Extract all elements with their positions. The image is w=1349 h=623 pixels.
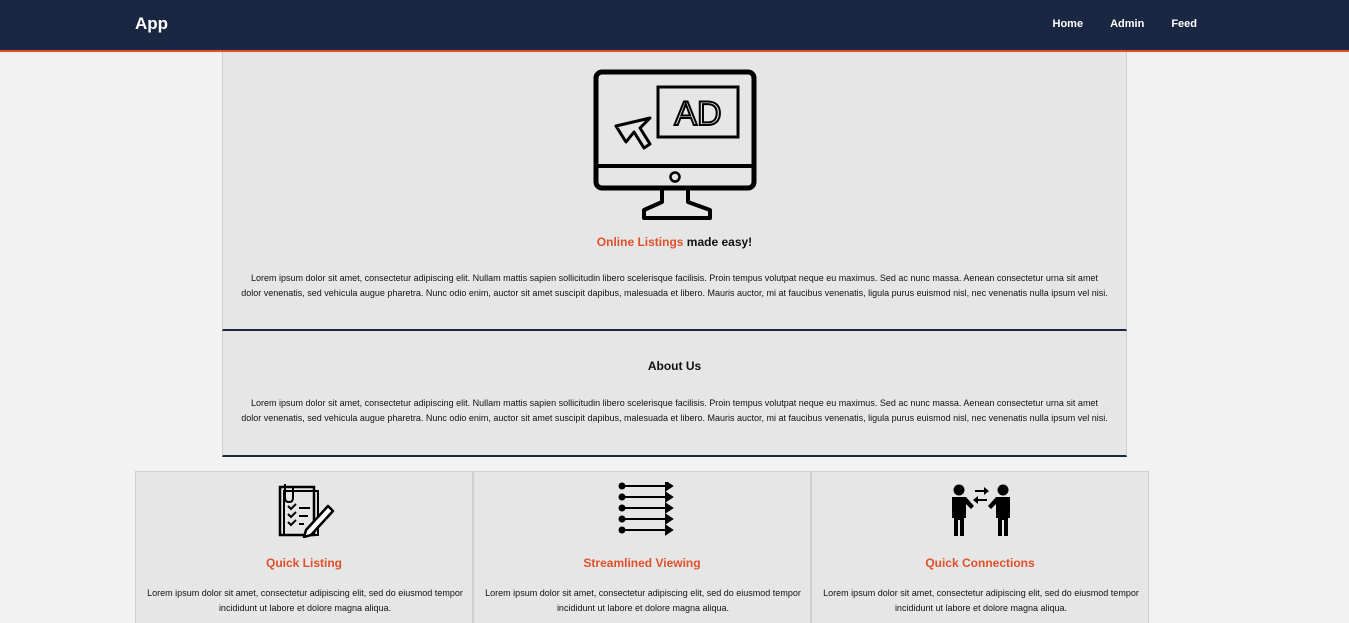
feature-card-quick-listing: Quick Listing Lorem ipsum dolor sit amet…	[135, 471, 473, 623]
nav-link-admin[interactable]: Admin	[1110, 18, 1144, 30]
feature-text: Lorem ipsum dolor sit amet, consectetur …	[147, 588, 463, 613]
hero-title-highlight: Online Listings	[596, 235, 684, 249]
feature-title: Quick Connections	[925, 556, 1035, 570]
about-paragraph: Lorem ipsum dolor sit amet, consectetur …	[241, 398, 1108, 423]
feature-card-quick-connections: Quick Connections Lorem ipsum dolor sit …	[811, 471, 1149, 623]
nav-link-home[interactable]: Home	[1053, 18, 1084, 30]
nav-links: Home Admin Feed	[1026, 18, 1197, 30]
computer-monitor-ad-icon: AD	[593, 69, 757, 220]
brand-logo[interactable]: App	[135, 14, 168, 34]
people-exchange-icon	[952, 484, 1010, 536]
hero-paragraph: Lorem ipsum dolor sit amet, consectetur …	[241, 273, 1108, 298]
feature-text: Lorem ipsum dolor sit amet, consectetur …	[485, 588, 801, 613]
arrows-list-icon	[618, 482, 674, 536]
feature-text: Lorem ipsum dolor sit amet, consectetur …	[823, 588, 1139, 613]
hero-title: Online Listings made easy!	[223, 235, 1126, 249]
about-title: About Us	[647, 359, 702, 373]
monitor-ad-text: AD	[674, 95, 721, 133]
hero-title-rest: made easy!	[683, 235, 753, 249]
features-row: Quick Listing Lorem ipsum dolor sit amet…	[135, 471, 1152, 623]
nav-link-feed[interactable]: Feed	[1171, 18, 1197, 30]
feature-title: Quick Listing	[265, 556, 342, 570]
top-navbar: App Home Admin Feed	[0, 0, 1349, 52]
clipboard-checklist-icon	[278, 484, 335, 538]
about-section: About Us Lorem ipsum dolor sit amet, con…	[222, 331, 1127, 457]
hero-section: AD Online Listings made easy! Lorem ipsu…	[222, 52, 1127, 331]
feature-title: Streamlined Viewing	[583, 556, 701, 570]
feature-card-streamlined-viewing: Streamlined Viewing Lorem ipsum dolor si…	[473, 471, 811, 623]
